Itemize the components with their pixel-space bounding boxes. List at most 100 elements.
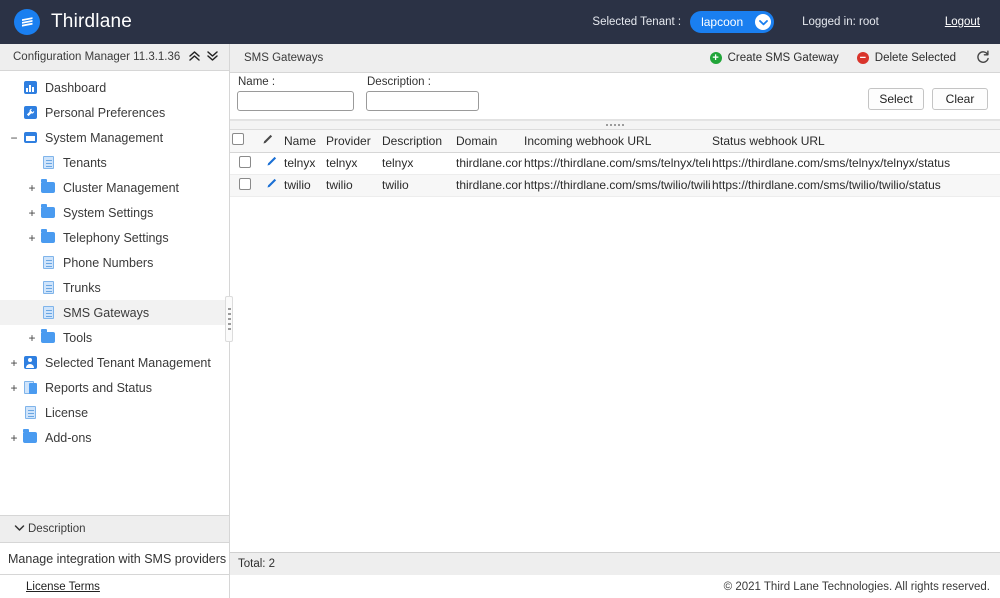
description-filter-label: Description : [367, 76, 431, 88]
logged-in-user: Logged in: root [802, 16, 879, 28]
document-icon [22, 406, 38, 419]
delete-selected-label: Delete Selected [874, 52, 956, 64]
sidebar-footer: License Terms [0, 575, 229, 598]
dashboard-icon [22, 81, 38, 94]
description-panel-header[interactable]: Description [0, 515, 229, 543]
column-header-incoming-webhook-url[interactable]: Incoming webhook URL [522, 130, 710, 153]
sidebar-item-label: Telephony Settings [63, 230, 169, 245]
pencil-icon[interactable] [266, 156, 277, 169]
chevrons-up-icon[interactable] [185, 50, 203, 64]
cell-status-webhook-url: https://thirdlane.com/sms/twilio/twilio/… [710, 174, 1000, 197]
license-terms-link[interactable]: License Terms [26, 581, 100, 593]
description-text: Manage integration with SMS providers [0, 543, 229, 575]
select-button[interactable]: Select [868, 88, 924, 110]
sidebar-splitter-handle[interactable] [225, 296, 233, 342]
sidebar-item-add-ons[interactable]: + Add-ons [0, 425, 229, 450]
sidebar-header: Configuration Manager 11.3.1.36 [0, 44, 229, 71]
cell-provider: twilio [324, 174, 380, 197]
sidebar-item-sms-gateways[interactable]: SMS Gateways [0, 300, 229, 325]
sidebar-item-trunks[interactable]: Trunks [0, 275, 229, 300]
sidebar-item-label: System Settings [63, 205, 154, 220]
cell-description: twilio [380, 174, 454, 197]
row-select-cell [230, 152, 260, 175]
chevrons-down-icon[interactable] [203, 50, 221, 64]
sidebar-item-telephony-settings[interactable]: + Telephony Settings [0, 225, 229, 250]
cell-name: telnyx [282, 152, 324, 175]
copyright-text: © 2021 Third Lane Technologies. All righ… [723, 580, 990, 593]
sidebar-item-reports-and-status[interactable]: + Reports and Status [0, 375, 229, 400]
folder-icon [22, 429, 38, 443]
clear-button[interactable]: Clear [932, 88, 988, 110]
expand-toggle-icon[interactable]: + [24, 332, 40, 344]
expand-toggle-icon[interactable]: + [6, 357, 22, 369]
header-right: Selected Tenant : lapcoon Logged in: roo… [592, 11, 986, 33]
column-header-status-webhook-url[interactable]: Status webhook URL [710, 130, 1000, 153]
collapse-toggle-icon[interactable]: − [6, 132, 22, 144]
delete-selected-button[interactable]: − Delete Selected [856, 52, 956, 64]
sidebar-item-tenants[interactable]: Tenants [0, 150, 229, 175]
page-title: SMS Gateways [244, 52, 324, 64]
sidebar-item-phone-numbers[interactable]: Phone Numbers [0, 250, 229, 275]
expand-toggle-icon[interactable]: + [6, 382, 22, 394]
row-checkbox[interactable] [239, 155, 251, 168]
table-header-row: Name Provider Description Domain Incomin… [230, 130, 1000, 153]
cell-status-webhook-url: https://thirdlane.com/sms/telnyx/telnyx/… [710, 152, 1000, 175]
expand-toggle-icon[interactable]: + [24, 182, 40, 194]
expand-toggle-icon[interactable]: + [24, 207, 40, 219]
column-header-description[interactable]: Description [380, 130, 454, 153]
create-sms-gateway-label: Create SMS Gateway [727, 52, 839, 64]
page-footer: © 2021 Third Lane Technologies. All righ… [230, 575, 1000, 598]
column-header-provider[interactable]: Provider [324, 130, 380, 153]
cell-provider: telnyx [324, 152, 380, 175]
sidebar-item-label: Phone Numbers [63, 255, 154, 270]
sidebar-item-dashboard[interactable]: Dashboard [0, 75, 229, 100]
grid-resize-handle[interactable] [230, 121, 1000, 130]
column-header-domain[interactable]: Domain [454, 130, 522, 153]
description-filter-input[interactable] [366, 91, 479, 111]
name-filter-input[interactable] [237, 91, 354, 111]
tenant-select[interactable]: lapcoon [690, 11, 775, 33]
sidebar-item-system-settings[interactable]: + System Settings [0, 200, 229, 225]
sidebar-item-label: Selected Tenant Management [45, 355, 211, 370]
select-all-checkbox[interactable] [232, 133, 244, 146]
sidebar-item-cluster-management[interactable]: + Cluster Management [0, 175, 229, 200]
total-count: Total: 2 [238, 558, 276, 570]
main-panel: SMS Gateways + Create SMS Gateway − Dele… [230, 44, 1000, 598]
document-icon [40, 281, 56, 294]
cell-incoming-webhook-url: https://thirdlane.com/sms/telnyx/telnyx [522, 152, 710, 175]
sidebar-item-tools[interactable]: + Tools [0, 325, 229, 350]
sidebar-item-license[interactable]: License [0, 400, 229, 425]
brand[interactable]: Thirdlane [14, 9, 132, 35]
refresh-icon[interactable] [976, 50, 990, 66]
folder-icon [40, 204, 56, 218]
sidebar-item-label: Tenants [63, 155, 107, 170]
sidebar-item-system-management[interactable]: − System Management [0, 125, 229, 150]
create-sms-gateway-button[interactable]: + Create SMS Gateway [709, 52, 839, 64]
table-row[interactable]: twilio twilio twilio thirdlane.com https://t… [230, 174, 1000, 197]
sidebar-item-selected-tenant-management[interactable]: + Selected Tenant Management [0, 350, 229, 375]
sidebar-item-label: License [45, 405, 89, 420]
folder-icon [40, 229, 56, 243]
document-icon [40, 256, 56, 269]
logout-link[interactable]: Logout [945, 16, 980, 28]
pencil-icon[interactable] [266, 178, 277, 191]
table-header: Name Provider Description Domain Incomin… [230, 130, 1000, 153]
column-header-name[interactable]: Name [282, 130, 324, 153]
sms-gateways-table: Name Provider Description Domain Incomin… [230, 130, 1000, 197]
cell-incoming-webhook-url: https://thirdlane.com/sms/twilio/twilio [522, 174, 710, 197]
sidebar-item-label: SMS Gateways [63, 305, 150, 320]
row-edit-cell [260, 174, 282, 197]
sidebar-item-label: Cluster Management [63, 180, 180, 195]
table-row[interactable]: telnyx telnyx telnyx thirdlane.com https://t… [230, 152, 1000, 175]
row-checkbox[interactable] [239, 177, 251, 190]
grid-empty-area [230, 196, 1000, 552]
chevron-down-icon [755, 14, 772, 30]
sidebar-item-label: System Management [45, 130, 164, 145]
preferences-icon [22, 106, 38, 119]
expand-toggle-icon[interactable]: + [6, 432, 22, 444]
expand-toggle-icon[interactable]: + [24, 232, 40, 244]
name-filter-group: Name : [237, 76, 354, 111]
sidebar: Configuration Manager 11.3.1.36 Dashboar… [0, 44, 233, 598]
sidebar-item-personal-preferences[interactable]: Personal Preferences [0, 100, 229, 125]
sidebar-item-label: Dashboard [45, 80, 107, 95]
